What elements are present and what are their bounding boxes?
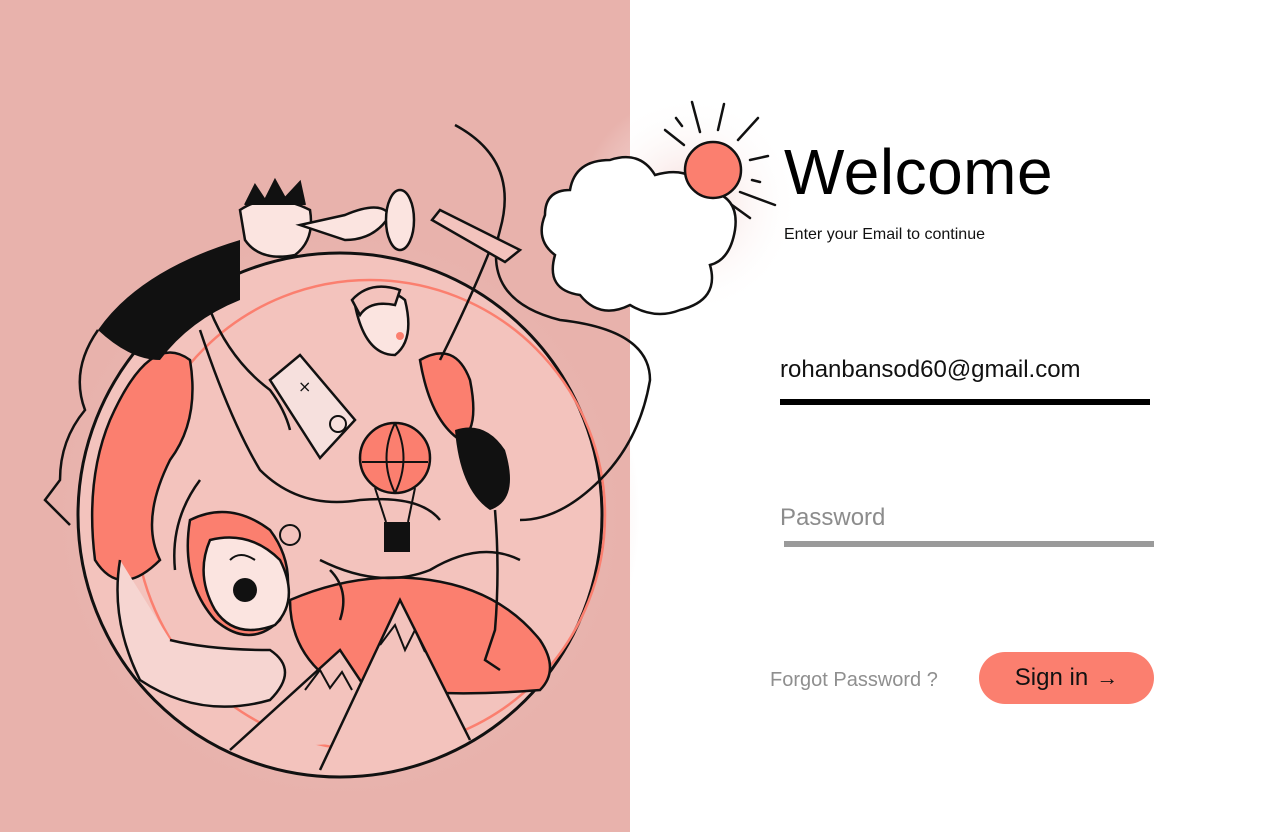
- email-field: [780, 354, 1150, 386]
- sign-in-button[interactable]: Sign in →: [979, 652, 1154, 704]
- forgot-password-link[interactable]: Forgot Password ?: [770, 669, 938, 692]
- email-underline: [780, 399, 1150, 405]
- page-subtitle: Enter your Email to continue: [784, 226, 985, 243]
- password-underline: [784, 541, 1154, 547]
- page-title: Welcome: [784, 136, 1054, 208]
- sign-in-label: Sign in: [1014, 664, 1089, 691]
- email-input[interactable]: [780, 354, 1150, 386]
- illustration-panel: [0, 0, 630, 832]
- login-page: × Welcome Enter your Email to continue r…: [0, 0, 1280, 832]
- password-input[interactable]: [780, 502, 1150, 534]
- arrow-right-icon: →: [1096, 665, 1119, 690]
- password-field: [780, 502, 1150, 534]
